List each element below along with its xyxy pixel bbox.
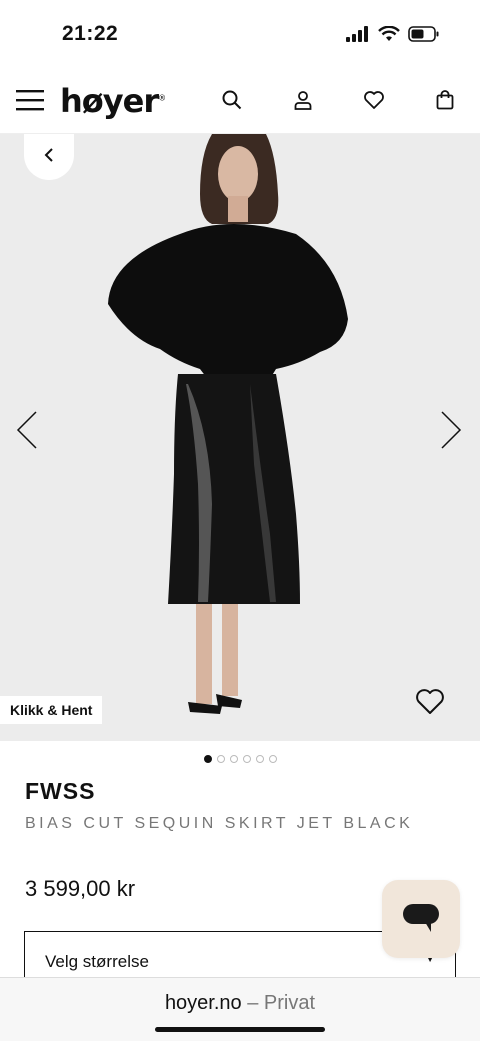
pagination-dot[interactable] — [229, 755, 238, 763]
logo-text: høyer — [60, 82, 159, 120]
status-bar: 21:22 — [0, 0, 480, 70]
chat-button[interactable] — [382, 880, 460, 958]
chevron-left-icon — [43, 147, 55, 168]
browser-address-bar[interactable]: hoyer.no – Privat — [0, 977, 480, 1041]
heart-icon — [414, 689, 446, 720]
heart-icon — [363, 90, 385, 115]
pagination-dot[interactable] — [242, 755, 251, 763]
chat-icon — [401, 900, 441, 939]
product-name: BIAS CUT SEQUIN SKIRT JET BLACK — [25, 815, 414, 832]
product-brand[interactable]: FWSS — [25, 778, 95, 805]
product-gallery[interactable]: Klikk & Hent — [0, 134, 480, 741]
url-separator: – — [241, 992, 264, 1014]
search-button[interactable] — [216, 70, 248, 134]
pagination-dot[interactable] — [255, 755, 264, 763]
account-icon — [293, 90, 313, 115]
url-domain: hoyer.no — [164, 992, 242, 1014]
gallery-pagination — [0, 755, 480, 763]
account-button[interactable] — [287, 70, 319, 134]
size-select-placeholder: Velg størrelse — [45, 952, 149, 971]
menu-button[interactable] — [12, 70, 50, 134]
bag-icon — [436, 89, 454, 115]
wishlist-button[interactable] — [358, 70, 390, 134]
status-icons — [346, 25, 440, 47]
browser-url[interactable]: hoyer.no – Privat — [0, 992, 480, 1015]
pagination-dot[interactable] — [203, 755, 212, 763]
site-header: høyer® — [0, 70, 480, 134]
back-button[interactable] — [24, 134, 74, 180]
add-to-wishlist-button[interactable] — [414, 688, 446, 721]
signal-icon — [346, 26, 370, 47]
chevron-left-icon — [14, 411, 40, 454]
logo-mark: ® — [158, 93, 166, 103]
home-indicator[interactable] — [155, 1027, 325, 1032]
browsing-mode: Privat — [263, 992, 316, 1014]
search-icon — [222, 90, 242, 115]
pagination-dot[interactable] — [268, 755, 277, 763]
menu-icon — [16, 88, 46, 117]
logo[interactable]: høyer® — [60, 82, 166, 120]
product-price: 3 599,00 kr — [25, 876, 136, 901]
previous-image-button[interactable] — [14, 410, 40, 455]
status-time: 21:22 — [62, 22, 119, 45]
product-image — [108, 134, 348, 714]
battery-icon — [408, 26, 440, 47]
wifi-icon — [378, 25, 400, 47]
chevron-right-icon — [438, 411, 464, 454]
next-image-button[interactable] — [438, 410, 464, 455]
bag-button[interactable] — [429, 70, 461, 134]
pickup-badge: Klikk & Hent — [0, 696, 103, 724]
pagination-dot[interactable] — [216, 755, 225, 763]
